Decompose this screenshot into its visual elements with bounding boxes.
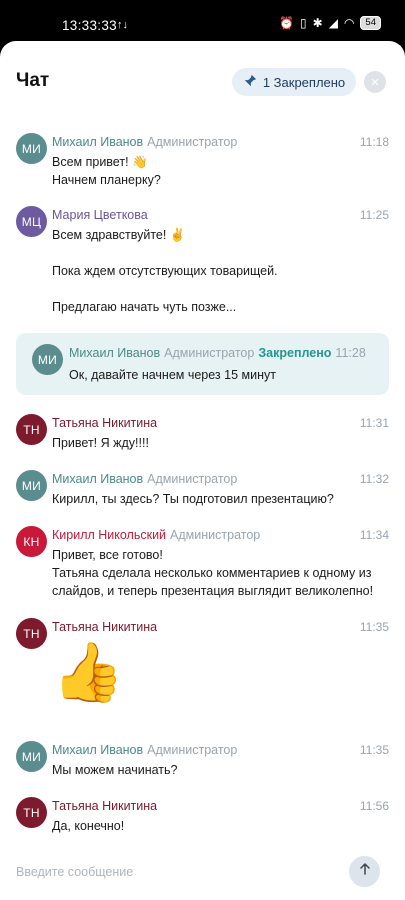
message-text: Привет! Я жду!!!!: [52, 434, 392, 452]
message-time: 11:35: [359, 743, 389, 757]
send-button[interactable]: [349, 856, 380, 887]
signal-icon: ◢: [328, 16, 338, 30]
message-time: 11:56: [359, 799, 389, 813]
sender-name[interactable]: Михаил Иванов: [52, 743, 143, 757]
sender-name[interactable]: Мария Цветкова: [52, 208, 148, 222]
pinned-label: Закреплено: [258, 346, 332, 360]
sender-role: Администратор: [170, 528, 261, 542]
sender-role: Администратор: [147, 743, 238, 757]
sender-role: Администратор: [147, 135, 238, 149]
message-line: слайдов, и теперь презентация выглядит в…: [52, 584, 374, 598]
message-text: Да, конечно!: [52, 817, 392, 835]
message-line: Привет! Я жду!!!!: [52, 436, 149, 450]
arrow-up-icon: [358, 862, 372, 881]
status-bar: 13:33:33 ↑↓ ⏰ ▯ ✱ ◢ ◠ 54: [0, 0, 405, 40]
sender-name[interactable]: Татьяна Никитина: [52, 416, 157, 430]
status-icons: ⏰ ▯ ✱ ◢ ◠ 54: [279, 16, 381, 30]
message-time: 11:35: [359, 620, 389, 634]
sender-name[interactable]: Кирилл Никольский: [52, 528, 166, 542]
data-activity-icon: ↑↓: [117, 19, 128, 31]
message-time: 11:25: [359, 208, 389, 222]
message-line: Предлагаю начать чуть позже...: [52, 300, 237, 314]
message-line: Мы можем начинать?: [52, 763, 178, 777]
message-line: Привет, все готово!: [52, 548, 163, 562]
message-text: Всем привет! 👋 Начнем планерку?: [52, 153, 392, 189]
pin-icon: [243, 74, 257, 91]
sender-name[interactable]: Михаил Иванов: [52, 135, 143, 149]
sender-role: Администратор: [147, 472, 238, 486]
message-time: 11:18: [359, 135, 389, 149]
message-line: Да, конечно!: [52, 819, 125, 833]
pinned-messages-button[interactable]: 1 Закреплено: [232, 68, 356, 96]
message-time: 11:32: [359, 472, 389, 486]
message-time: 11:31: [359, 416, 389, 430]
thumbs-up-emoji: 👍: [52, 640, 125, 705]
chat-sheet: Чат 1 Закреплено × МИ Михаил Иванов Админ…: [0, 41, 405, 900]
avatar: МИ: [16, 470, 47, 501]
vibrate-icon: ▯: [300, 16, 307, 30]
pinned-message[interactable]: МИ Михаил Иванов Администратор Закреплено 1…: [16, 333, 389, 395]
message-line: Начнем планерку?: [52, 173, 161, 187]
sender-name[interactable]: Михаил Иванов: [52, 472, 143, 486]
message-line: [52, 280, 392, 298]
avatar: ТН: [16, 797, 47, 828]
avatar: ТН: [16, 618, 47, 649]
sender-name[interactable]: Татьяна Никитина: [52, 799, 157, 813]
sender-role: Администратор: [164, 346, 255, 360]
avatar: МЦ: [16, 206, 47, 237]
pinned-messages-label: 1 Закреплено: [262, 74, 346, 90]
message-composer: Введите сообщение: [0, 853, 405, 893]
bluetooth-icon: ✱: [312, 16, 323, 30]
avatar: МИ: [32, 344, 63, 375]
page-title: Чат: [16, 70, 50, 91]
message-text: Всем здравствуйте! ✌️ Пока ждем отсутств…: [52, 226, 392, 316]
message-line: Пока ждем отсутствующих товарищей.: [52, 264, 278, 278]
battery-indicator: 54: [360, 16, 381, 30]
status-time: 13:33:33: [62, 18, 117, 33]
message-line: Всем привет! 👋: [52, 155, 148, 169]
avatar: МИ: [16, 133, 47, 164]
message-time: 11:28: [335, 346, 366, 360]
message-line: Кирилл, ты здесь? Ты подготовил презента…: [52, 492, 334, 506]
wifi-icon: ◠: [343, 16, 355, 30]
message-line: Татьяна сделала несколько комментариев к…: [52, 566, 372, 580]
message-line: [52, 244, 392, 262]
message-time: 11:34: [359, 528, 389, 542]
message-text: Кирилл, ты здесь? Ты подготовил презента…: [52, 490, 392, 508]
message-input[interactable]: Введите сообщение: [16, 865, 133, 879]
close-icon: ×: [370, 73, 380, 91]
alarm-icon: ⏰: [279, 16, 295, 30]
close-button[interactable]: ×: [364, 71, 386, 93]
sender-name[interactable]: Михаил Иванов: [69, 346, 160, 360]
message-text: Ок, давайте начнем через 15 минут: [69, 368, 276, 382]
message-text: Мы можем начинать?: [52, 761, 392, 779]
avatar: ТН: [16, 414, 47, 445]
avatar: МИ: [16, 741, 47, 772]
sender-name[interactable]: Татьяна Никитина: [52, 620, 157, 634]
avatar: КН: [16, 526, 47, 557]
message-line: Всем здравствуйте! ✌️: [52, 228, 186, 242]
message-text: Привет, все готово! Татьяна сделала неск…: [52, 546, 392, 600]
